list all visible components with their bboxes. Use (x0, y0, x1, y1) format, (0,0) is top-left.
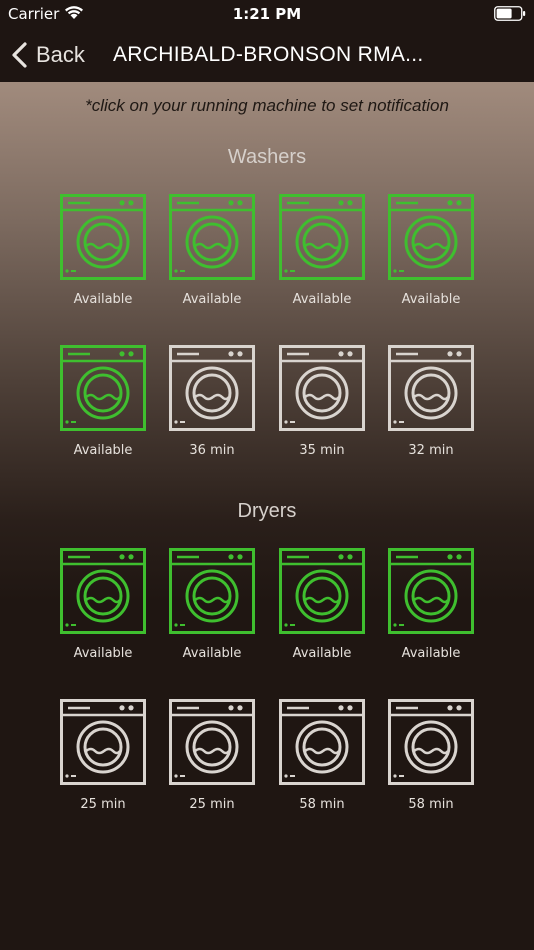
washing-machine-icon (60, 548, 146, 634)
washer-machine[interactable]: Available (58, 194, 148, 307)
machine-status-label: 58 min (299, 797, 345, 812)
machine-status-label: Available (182, 646, 242, 661)
machine-status-label: Available (73, 646, 133, 661)
washing-machine-icon (388, 345, 474, 431)
washing-machine-icon (60, 699, 146, 785)
chevron-left-icon (12, 42, 27, 68)
back-label: Back (36, 42, 85, 67)
machine-status-label: Available (182, 292, 242, 307)
washer-machine[interactable]: 36 min (167, 345, 257, 458)
machine-status-label: 35 min (299, 443, 345, 458)
machine-status-label: Available (73, 443, 133, 458)
washing-machine-icon (388, 699, 474, 785)
dryer-machine[interactable]: Available (277, 548, 367, 661)
machine-status-label: Available (292, 646, 352, 661)
dryer-machine[interactable]: Available (386, 548, 476, 661)
machine-status-label: Available (401, 292, 461, 307)
washers-section-title: Washers (227, 146, 307, 168)
machine-list: *click on your running machine to set no… (0, 82, 534, 950)
dryer-machine[interactable]: 25 min (58, 699, 148, 812)
washing-machine-icon (60, 345, 146, 431)
washing-machine-icon (279, 548, 365, 634)
dryer-machine[interactable]: 25 min (167, 699, 257, 812)
washing-machine-icon (279, 194, 365, 280)
dryers-section-title: Dryers (237, 500, 297, 522)
machine-status-label: 58 min (408, 797, 454, 812)
status-bar: Carrier 1:21 PM (0, 0, 534, 28)
washer-machine[interactable]: Available (277, 194, 367, 307)
washing-machine-icon (169, 699, 255, 785)
machine-status-label: 25 min (189, 797, 235, 812)
washing-machine-icon (388, 194, 474, 280)
machine-status-label: Available (73, 292, 133, 307)
page-title: ARCHIBALD-BRONSON RMA... (113, 43, 424, 66)
washer-machine[interactable]: Available (386, 194, 476, 307)
navigation-bar: Back ARCHIBALD-BRONSON RMA... (0, 28, 534, 82)
back-button[interactable]: Back (10, 28, 85, 82)
washing-machine-icon (169, 548, 255, 634)
washer-machine[interactable]: 32 min (386, 345, 476, 458)
washing-machine-icon (279, 699, 365, 785)
machine-status-label: 32 min (408, 443, 454, 458)
machine-status-label: Available (292, 292, 352, 307)
washing-machine-icon (279, 345, 365, 431)
washing-machine-icon (388, 548, 474, 634)
battery-icon (494, 6, 526, 21)
washer-machine[interactable]: Available (58, 345, 148, 458)
machine-status-label: Available (401, 646, 461, 661)
clock: 1:21 PM (232, 5, 302, 23)
dryer-machine[interactable]: 58 min (277, 699, 367, 812)
machine-status-label: 25 min (80, 797, 126, 812)
dryer-machine[interactable]: Available (58, 548, 148, 661)
dryer-machine[interactable]: Available (167, 548, 257, 661)
washer-machine[interactable]: Available (167, 194, 257, 307)
washing-machine-icon (60, 194, 146, 280)
washing-machine-icon (169, 194, 255, 280)
machine-status-label: 36 min (189, 443, 235, 458)
dryer-machine[interactable]: 58 min (386, 699, 476, 812)
washer-machine[interactable]: 35 min (277, 345, 367, 458)
washing-machine-icon (169, 345, 255, 431)
notification-hint: *click on your running machine to set no… (85, 96, 449, 115)
